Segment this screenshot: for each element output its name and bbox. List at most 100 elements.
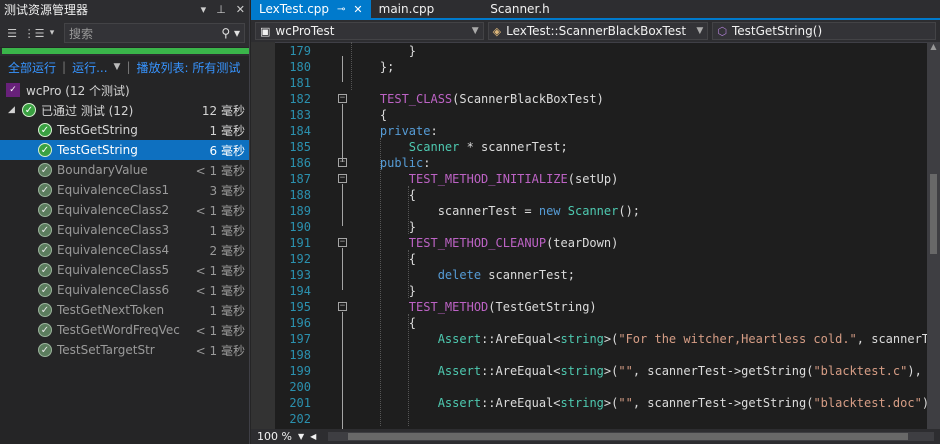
line-number: 195 bbox=[289, 300, 311, 314]
zoom-level: 100 % bbox=[257, 430, 292, 443]
test-item[interactable]: ✓ EquivalenceClass3 1 毫秒 bbox=[0, 220, 249, 240]
test-time: 1 毫秒 bbox=[209, 123, 245, 138]
scroll-left-icon[interactable]: ◀ bbox=[310, 432, 316, 441]
run-links: 全部运行 | 运行... ▼ | 播放列表: 所有测试 bbox=[0, 56, 249, 78]
run-link[interactable]: 运行... bbox=[72, 59, 107, 76]
line-number: 184 bbox=[289, 124, 311, 138]
method-icon: ⬡ bbox=[717, 24, 727, 38]
code-line[interactable]: TEST_METHOD(TestGetString) bbox=[351, 299, 597, 315]
close-icon[interactable]: ✕ bbox=[236, 3, 245, 16]
code-line[interactable]: } bbox=[351, 43, 416, 59]
test-time: 6 毫秒 bbox=[209, 143, 245, 158]
vertical-scroll-thumb[interactable] bbox=[930, 174, 937, 254]
close-icon[interactable]: ✕ bbox=[353, 3, 362, 16]
pin-icon[interactable]: ⊸ bbox=[337, 4, 345, 15]
class-icon: ◈ bbox=[492, 24, 502, 38]
code-line[interactable]: } bbox=[351, 283, 416, 299]
code-line[interactable]: scannerTest = new Scanner(); bbox=[351, 203, 640, 219]
test-time: 1 毫秒 bbox=[209, 303, 245, 318]
line-number: 202 bbox=[289, 412, 311, 426]
chevron-down-icon[interactable]: ▼ bbox=[298, 432, 304, 441]
search-input[interactable]: 搜索 ⚲ ▾ bbox=[64, 23, 245, 43]
code-line[interactable]: } bbox=[351, 219, 416, 235]
code-line[interactable]: private: bbox=[351, 123, 438, 139]
chevron-down-icon[interactable]: ▼ bbox=[114, 62, 121, 72]
test-item[interactable]: ✓ TestGetString 1 毫秒 bbox=[0, 120, 249, 140]
test-item[interactable]: ✓ TestGetNextToken 1 毫秒 bbox=[0, 300, 249, 320]
line-number: 182 bbox=[289, 92, 311, 106]
scope-combo[interactable]: ◈ LexTest::ScannerBlackBoxTest ▼ bbox=[487, 22, 709, 40]
test-explorer-toolbar: ☰ ⋮☰ ▾ 搜索 ⚲ ▾ bbox=[0, 19, 249, 47]
test-item[interactable]: ✓ EquivalenceClass1 3 毫秒 bbox=[0, 180, 249, 200]
code-line[interactable]: TEST_CLASS(ScannerBlackBoxTest) bbox=[351, 91, 604, 107]
group-label: 已通过 测试 (12) bbox=[41, 103, 134, 118]
test-item[interactable]: ✓ BoundaryValue < 1 毫秒 bbox=[0, 160, 249, 180]
group-node[interactable]: ◢ ✓ 已通过 测试 (12) 12 毫秒 bbox=[0, 100, 249, 120]
tab-scanner-h[interactable]: Scanner.h bbox=[482, 0, 557, 18]
tab-label: Scanner.h bbox=[490, 2, 550, 16]
code-line[interactable]: TEST_METHOD_INITIALIZE(setUp) bbox=[351, 171, 619, 187]
code-area[interactable]: 179 } 180 }; 181 182 TEST_CLASS(ScannerBlac… bbox=[251, 42, 927, 429]
code-line[interactable]: { bbox=[351, 187, 416, 203]
passed-check-icon: ✓ bbox=[38, 323, 52, 337]
horizontal-scrollbar[interactable] bbox=[328, 432, 934, 441]
line-number: 198 bbox=[289, 348, 311, 362]
code-line[interactable]: }; bbox=[351, 59, 394, 75]
editor-status-bar: 100 % ▼ ◀ bbox=[251, 429, 940, 444]
scroll-up-icon[interactable]: ▲ bbox=[927, 42, 940, 54]
line-number: 183 bbox=[289, 108, 311, 122]
test-time: < 1 毫秒 bbox=[195, 263, 245, 278]
pin-icon[interactable]: ⊥ bbox=[216, 3, 226, 16]
collapse-icon[interactable]: − bbox=[338, 94, 347, 103]
code-line[interactable]: Assert::AreEqual<string>("", scannerTest… bbox=[351, 363, 927, 379]
project-combo[interactable]: ▣ wcProTest ▼ bbox=[255, 22, 484, 40]
test-item[interactable]: ✓ EquivalenceClass6 < 1 毫秒 bbox=[0, 280, 249, 300]
test-item[interactable]: ✓ TestGetString 6 毫秒 bbox=[0, 140, 249, 160]
line-number: 193 bbox=[289, 268, 311, 282]
scope-combo-label: LexTest::ScannerBlackBoxTest bbox=[506, 24, 687, 38]
zoom-control[interactable]: 100 % ▼ ◀ bbox=[251, 430, 322, 443]
test-name: BoundaryValue bbox=[57, 163, 148, 177]
line-number: 189 bbox=[289, 204, 311, 218]
code-line[interactable]: Assert::AreEqual<string>("", scannerTest… bbox=[351, 395, 927, 411]
code-line[interactable]: { bbox=[351, 107, 387, 123]
passed-check-icon: ✓ bbox=[38, 243, 52, 257]
test-item[interactable]: ✓ EquivalenceClass2 < 1 毫秒 bbox=[0, 200, 249, 220]
group-by-icon[interactable]: ☰ bbox=[4, 25, 20, 41]
code-line[interactable]: delete scannerTest; bbox=[351, 267, 575, 283]
horizontal-scroll-thumb[interactable] bbox=[348, 433, 909, 440]
collapse-icon[interactable]: − bbox=[338, 302, 347, 311]
test-item[interactable]: ✓ TestSetTargetStr < 1 毫秒 bbox=[0, 340, 249, 360]
code-line[interactable]: Scanner * scannerTest; bbox=[351, 139, 568, 155]
chevron-down-icon[interactable]: ▾ bbox=[48, 25, 56, 41]
vertical-scrollbar[interactable]: ▲ bbox=[927, 42, 940, 429]
project-combo-label: wcProTest bbox=[275, 24, 335, 38]
passed-check-icon: ✓ bbox=[22, 103, 36, 117]
dropdown-icon[interactable]: ▾ bbox=[201, 3, 207, 16]
member-combo[interactable]: ⬡ TestGetString() bbox=[712, 22, 936, 40]
test-item[interactable]: ✓ EquivalenceClass4 2 毫秒 bbox=[0, 240, 249, 260]
passed-check-icon: ✓ bbox=[38, 143, 52, 157]
code-line[interactable]: { bbox=[351, 251, 416, 267]
code-line[interactable]: TEST_METHOD_CLEANUP(tearDown) bbox=[351, 235, 619, 251]
search-icon[interactable]: ⚲ ▾ bbox=[221, 26, 240, 40]
collapse-icon[interactable]: − bbox=[338, 238, 347, 247]
line-number: 187 bbox=[289, 172, 311, 186]
code-line[interactable]: public: bbox=[351, 155, 431, 171]
code-line[interactable]: { bbox=[351, 315, 416, 331]
collapse-icon[interactable]: − bbox=[338, 174, 347, 183]
test-item[interactable]: ✓ TestGetWordFreqVec < 1 毫秒 bbox=[0, 320, 249, 340]
passed-check-icon: ✓ bbox=[38, 203, 52, 217]
tab-label: main.cpp bbox=[378, 2, 435, 16]
test-item[interactable]: ✓ EquivalenceClass5 < 1 毫秒 bbox=[0, 260, 249, 280]
expand-triangle-icon[interactable]: ◢ bbox=[8, 105, 20, 115]
hierarchy-icon[interactable]: ⋮☰ bbox=[24, 25, 45, 41]
chevron-down-icon: ▼ bbox=[471, 26, 479, 36]
playlist-link[interactable]: 播放列表: 所有测试 bbox=[136, 59, 240, 76]
tab-main-cpp[interactable]: main.cpp bbox=[371, 0, 443, 18]
code-line[interactable]: Assert::AreEqual<string>("For the witche… bbox=[351, 331, 927, 347]
test-progress-bar bbox=[0, 48, 249, 56]
tab-lextest-cpp[interactable]: LexTest.cpp ⊸ ✕ bbox=[251, 0, 371, 18]
run-all-link[interactable]: 全部运行 bbox=[8, 59, 56, 76]
project-node[interactable]: ✓ wcPro (12 个测试) bbox=[0, 80, 249, 100]
